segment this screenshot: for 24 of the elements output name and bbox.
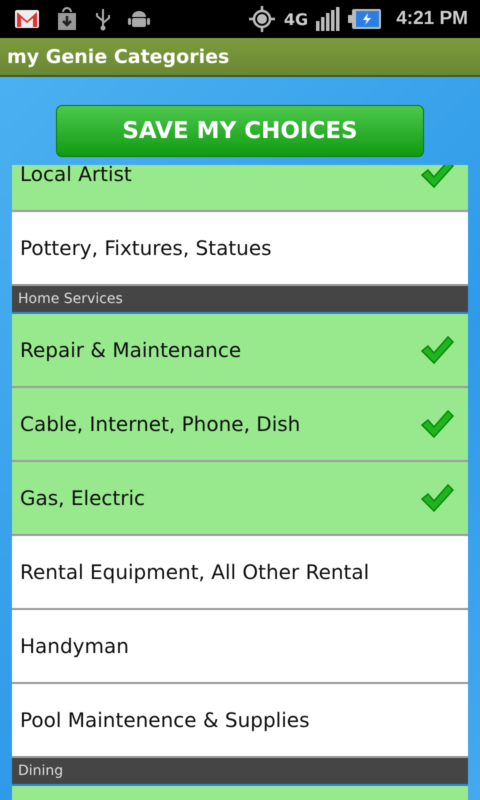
category-item[interactable]: Pool Maintenence & Supplies [12,684,468,758]
network-type: 4G [284,10,308,28]
signal-icon [316,7,340,31]
checkmark-icon [420,335,454,365]
app-title: my Genie Categories [7,46,230,68]
checkmark-icon [420,409,454,439]
category-item[interactable]: Local Artist [12,165,468,212]
category-item[interactable]: Repair & Maintenance [12,314,468,388]
category-item[interactable]: Pottery, Fixtures, Statues [12,212,468,286]
category-item[interactable]: Handyman [12,610,468,684]
checkmark-icon [420,165,454,189]
gps-icon [248,5,276,33]
android-icon [128,8,150,30]
category-item[interactable]: Rental Equipment, All Other Rental [12,536,468,610]
clock: 4:21 PM [396,8,468,30]
category-item[interactable]: Gas, Electric [12,462,468,536]
mail-icon [14,8,40,30]
download-icon [56,7,78,31]
category-item[interactable]: Cable, Internet, Phone, Dish [12,388,468,462]
usb-icon [94,7,112,31]
section-header: Dining [12,758,468,786]
battery-icon [348,8,382,30]
checkmark-icon [420,483,454,513]
section-header: Home Services [12,286,468,314]
